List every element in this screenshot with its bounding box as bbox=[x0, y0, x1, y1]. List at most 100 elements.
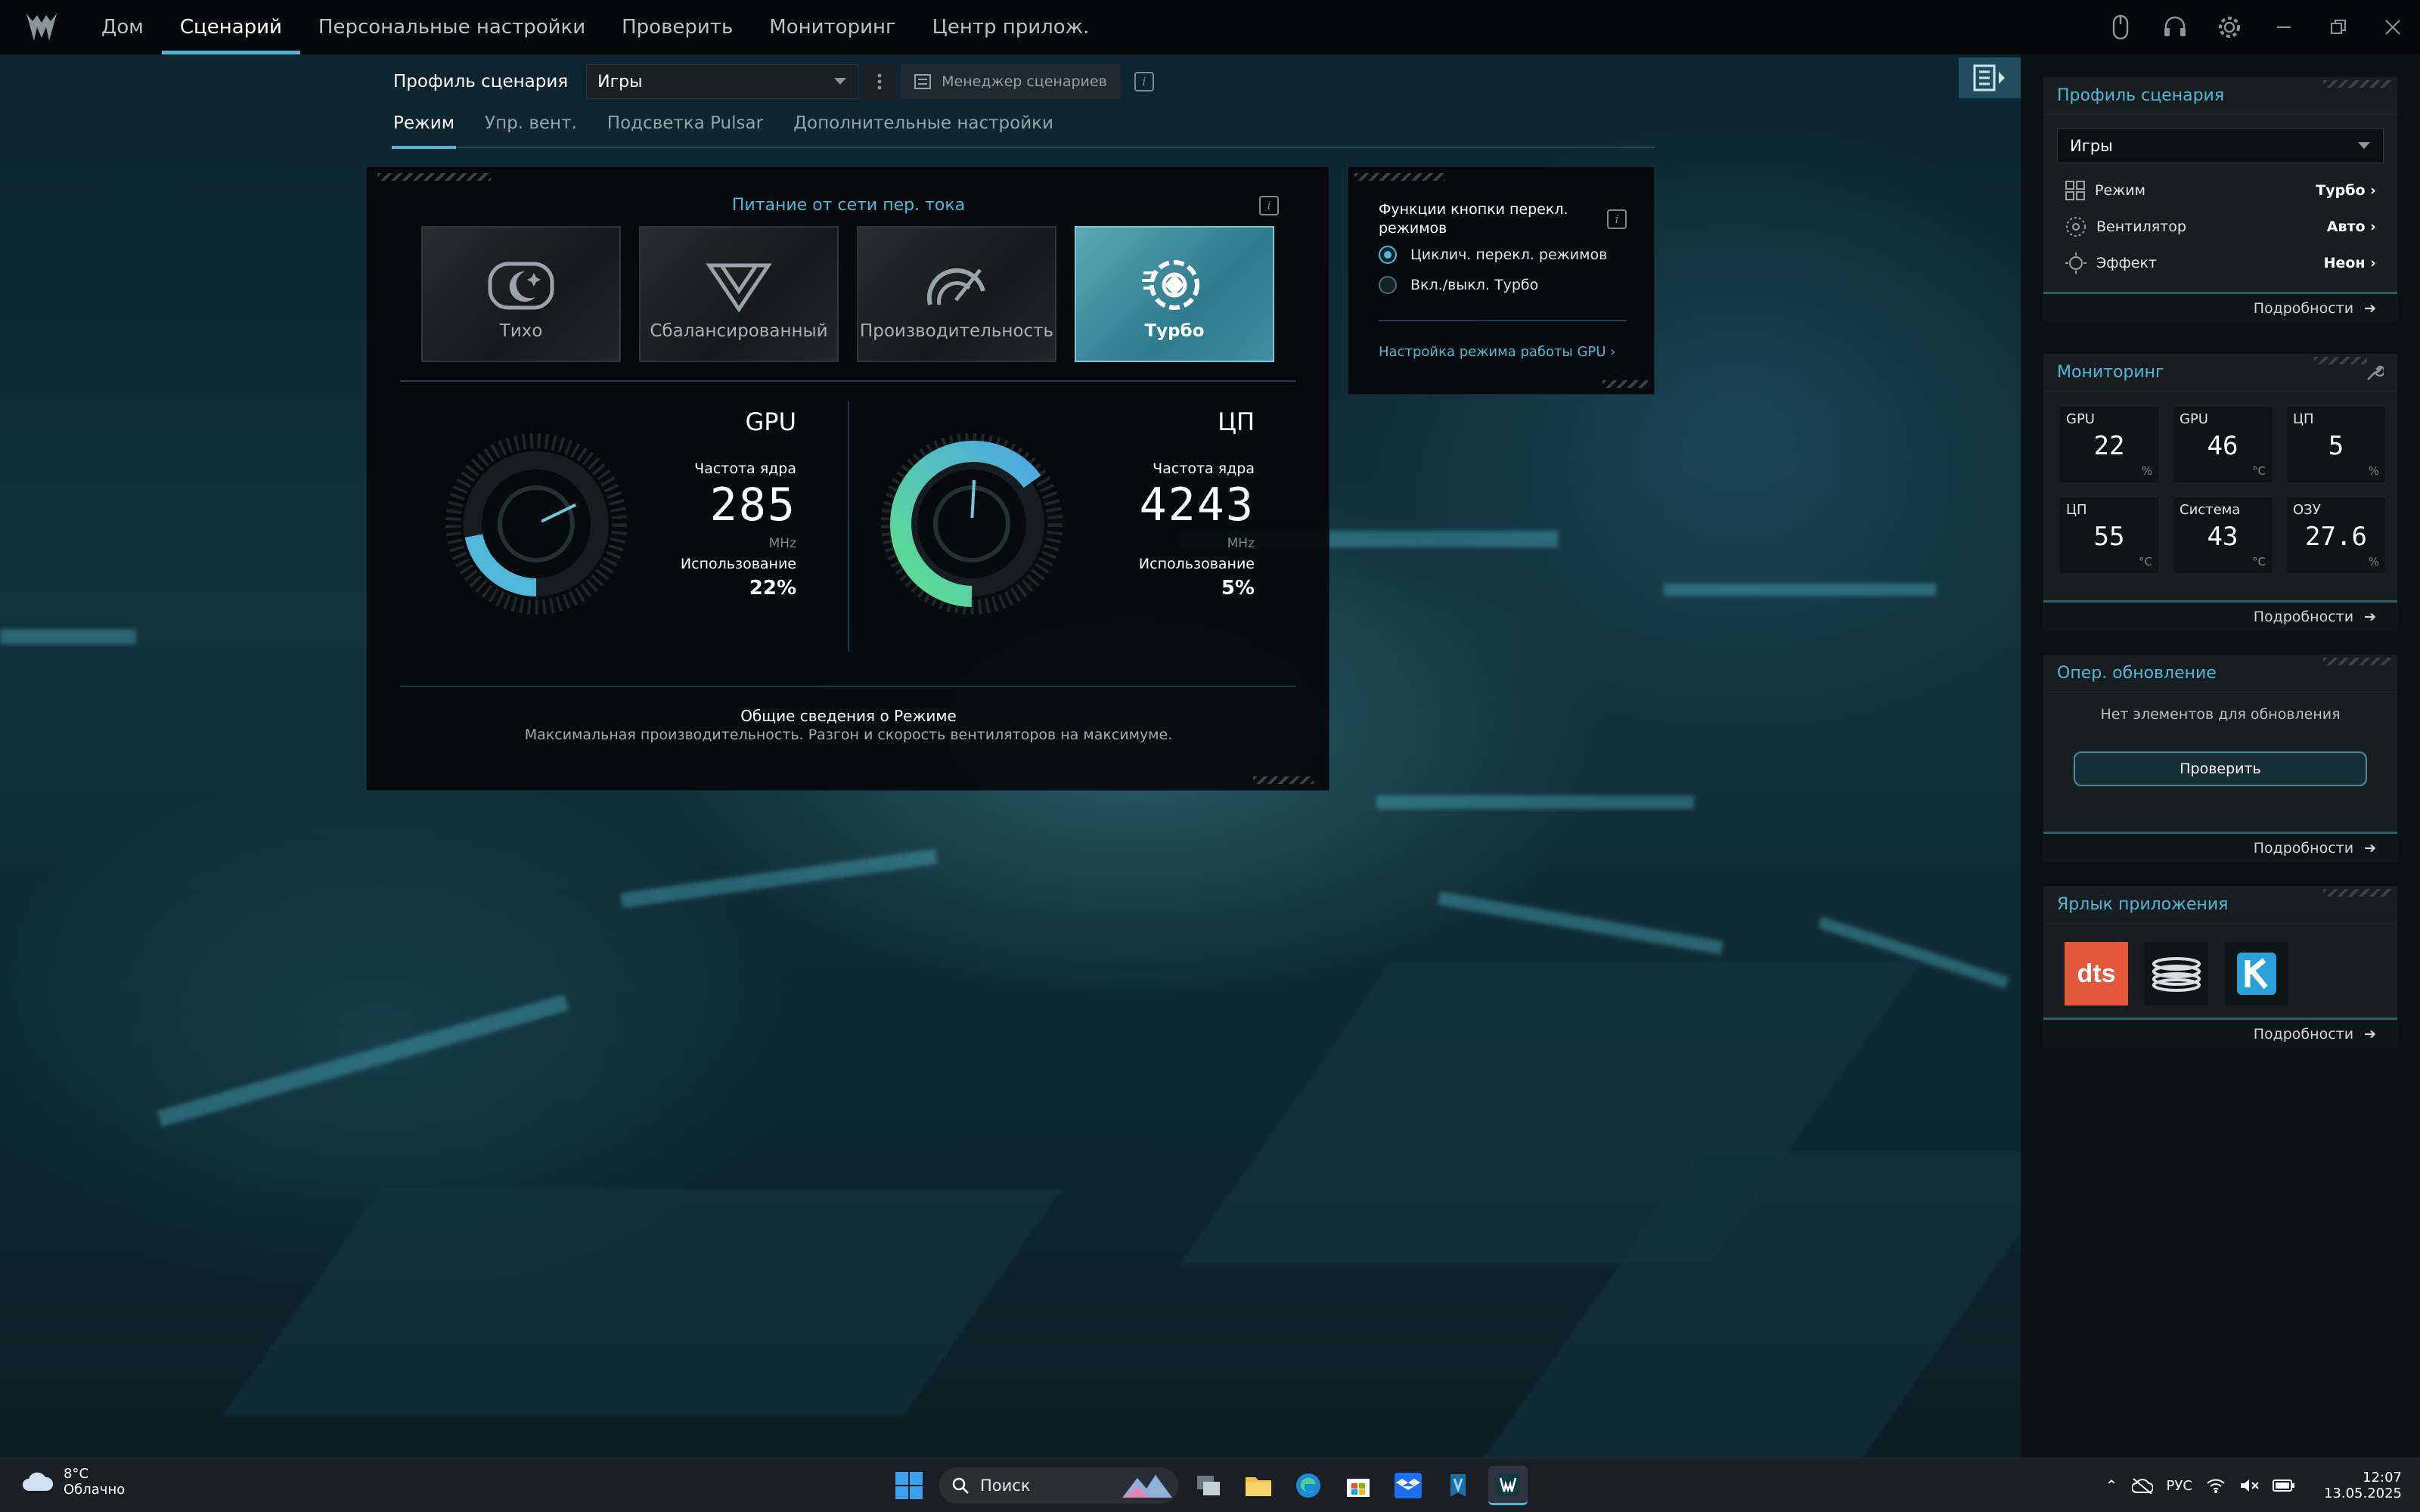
cpu-usage-label: Использование bbox=[1138, 556, 1255, 572]
tab-advanced-settings[interactable]: Дополнительные настройки bbox=[792, 113, 1055, 147]
taskbar-search[interactable]: Поиск bbox=[939, 1467, 1178, 1504]
wifi-icon[interactable] bbox=[2206, 1477, 2226, 1494]
profile-menu-button[interactable] bbox=[863, 64, 897, 99]
radio-button-on[interactable] bbox=[1379, 246, 1397, 264]
nav-scenario[interactable]: Сценарий bbox=[161, 0, 300, 54]
tile-unit: °C bbox=[2139, 555, 2152, 569]
cpu-usage-value: 5% bbox=[1221, 577, 1255, 600]
tile-unit: % bbox=[2368, 464, 2379, 478]
edge-browser-icon[interactable] bbox=[1289, 1466, 1328, 1505]
clock-date: 13.05.2025 bbox=[2323, 1486, 2402, 1501]
radio-turbo-label: Вкл./выкл. Турбо bbox=[1410, 277, 1539, 293]
update-empty-text: Нет элементов для обновления bbox=[2100, 706, 2341, 723]
tab-fan-control[interactable]: Упр. вент. bbox=[483, 113, 579, 147]
profile-row-mode[interactable]: Режим Турбо › bbox=[2065, 172, 2376, 209]
tile-unit: % bbox=[2141, 464, 2152, 478]
tile-title: ЦП bbox=[2293, 411, 2314, 427]
coil-app-shortcut[interactable] bbox=[2145, 942, 2208, 1005]
tab-pulsar-lighting[interactable]: Подсветка Pulsar bbox=[606, 113, 765, 147]
minimize-icon[interactable] bbox=[2257, 0, 2311, 54]
gpu-title: GPU bbox=[745, 407, 796, 436]
k-app-shortcut[interactable] bbox=[2225, 942, 2288, 1005]
tile-value: 55 bbox=[2093, 522, 2125, 552]
mode-card-balanced[interactable]: Сбалансированный bbox=[639, 226, 839, 362]
restore-icon[interactable] bbox=[2311, 0, 2366, 54]
chevron-up-icon[interactable]: ⌃ bbox=[2105, 1476, 2118, 1495]
nav-check[interactable]: Проверить bbox=[603, 0, 751, 54]
search-placeholder: Поиск bbox=[980, 1476, 1031, 1495]
dropbox-icon[interactable] bbox=[1388, 1466, 1428, 1505]
cpu-freq-value: 4243 bbox=[1139, 479, 1255, 531]
nav-personal-settings[interactable]: Персональные настройки bbox=[300, 0, 603, 54]
radio-cycle-modes[interactable]: Циклич. перекл. режимов bbox=[1379, 246, 1607, 264]
windows-taskbar: 8°C Облачно Поиск ⌃ РУС 12:07 13.05.2025 bbox=[0, 1458, 2420, 1512]
volume-muted-icon[interactable] bbox=[2239, 1477, 2259, 1494]
headset-icon[interactable] bbox=[2148, 0, 2202, 54]
scenario-manager-button[interactable]: Менеджер сценариев bbox=[901, 64, 1121, 99]
predator-taskbar-icon[interactable] bbox=[1438, 1466, 1478, 1505]
start-button[interactable] bbox=[889, 1466, 929, 1505]
radio-button-off[interactable] bbox=[1379, 276, 1397, 294]
nav-monitoring[interactable]: Мониторинг bbox=[751, 0, 914, 54]
task-view-icon[interactable] bbox=[1189, 1466, 1228, 1505]
sidebar-toggle-button[interactable] bbox=[1959, 57, 2021, 98]
cloud-off-icon[interactable] bbox=[2131, 1477, 2153, 1494]
language-indicator[interactable]: РУС bbox=[2167, 1478, 2192, 1494]
radio-turbo-toggle[interactable]: Вкл./выкл. Турбо bbox=[1379, 276, 1538, 294]
update-more-link[interactable]: Подробности ➔ bbox=[2043, 832, 2397, 862]
mode-label-silent: Тихо bbox=[499, 321, 543, 341]
profile-row-fan[interactable]: Вентилятор Авто › bbox=[2065, 209, 2376, 245]
tile-value: 46 bbox=[2207, 431, 2238, 461]
check-updates-button[interactable]: Проверить bbox=[2074, 751, 2367, 786]
file-explorer-icon[interactable] bbox=[1239, 1466, 1278, 1505]
tile-title: Система bbox=[2180, 502, 2241, 518]
monitoring-more-link[interactable]: Подробности ➔ bbox=[2043, 600, 2397, 631]
monitor-tile-system-temp: Система 43 °C bbox=[2173, 497, 2272, 573]
mode-card-silent[interactable]: Тихо bbox=[421, 226, 621, 362]
monitoring-more-label: Подробности bbox=[2253, 608, 2354, 625]
mode-card-turbo[interactable]: Турбо bbox=[1075, 226, 1274, 362]
dts-app-shortcut[interactable]: dts bbox=[2065, 942, 2128, 1005]
wrench-icon[interactable] bbox=[2366, 364, 2384, 382]
gpu-mode-settings-link[interactable]: Настройка режима работы GPU › bbox=[1379, 344, 1615, 360]
nav-app-center[interactable]: Центр прилож. bbox=[914, 0, 1108, 54]
update-more-label: Подробности bbox=[2253, 839, 2354, 857]
chevron-right-icon: › bbox=[1610, 344, 1616, 360]
mountains-icon bbox=[1122, 1475, 1172, 1498]
profile-card: Профиль сценария Игры Режим Турбо › Вент… bbox=[2043, 77, 2397, 322]
top-bar: Дом Сценарий Персональные настройки Пров… bbox=[0, 0, 2420, 54]
cpu-freq-label: Частота ядра bbox=[1153, 460, 1255, 477]
arrow-right-icon: ➔ bbox=[2364, 1025, 2376, 1043]
battery-icon[interactable] bbox=[2272, 1478, 2295, 1493]
tile-value: 27.6 bbox=[2305, 522, 2367, 552]
mode-label-turbo: Турбо bbox=[1144, 321, 1205, 341]
scenario-manager-label: Менеджер сценариев bbox=[942, 73, 1107, 90]
weather-widget[interactable]: 8°C Облачно bbox=[21, 1466, 125, 1498]
mode-card-performance[interactable]: Производительность bbox=[857, 226, 1056, 362]
clock[interactable]: 12:07 13.05.2025 bbox=[2324, 1470, 2402, 1501]
speedometer-icon bbox=[926, 268, 985, 305]
profile-row-mode-label: Режим bbox=[2095, 182, 2145, 199]
tab-mode[interactable]: Режим bbox=[392, 113, 457, 149]
predatorsense-taskbar-icon[interactable] bbox=[1488, 1466, 1528, 1505]
button-info-icon[interactable]: i bbox=[1607, 209, 1627, 229]
sidebar-profile-select[interactable]: Игры bbox=[2057, 129, 2384, 163]
tile-title: GPU bbox=[2066, 411, 2095, 427]
gear-icon[interactable] bbox=[2202, 0, 2257, 54]
cpu-title: ЦП bbox=[1218, 407, 1255, 436]
close-icon[interactable] bbox=[2366, 0, 2420, 54]
profile-more-link[interactable]: Подробности ➔ bbox=[2043, 292, 2397, 322]
grid-icon bbox=[2065, 181, 2085, 200]
mouse-icon[interactable] bbox=[2093, 0, 2148, 54]
profile-row-effect[interactable]: Эффект Неон › bbox=[2065, 245, 2376, 281]
store-icon[interactable] bbox=[1339, 1466, 1378, 1505]
kebab-icon bbox=[877, 73, 882, 90]
profile-row-fan-label: Вентилятор bbox=[2096, 218, 2186, 235]
sun-icon bbox=[2065, 253, 2086, 274]
mode-panel: Питание от сети пер. тока i Тихо Сбаланс… bbox=[366, 166, 1329, 791]
profile-select[interactable]: Игры bbox=[586, 64, 859, 99]
shortcut-more-link[interactable]: Подробности ➔ bbox=[2043, 1018, 2397, 1048]
info-icon[interactable]: i bbox=[1134, 72, 1154, 91]
nav-home[interactable]: Дом bbox=[83, 0, 162, 54]
mode-info-icon[interactable]: i bbox=[1259, 196, 1279, 215]
